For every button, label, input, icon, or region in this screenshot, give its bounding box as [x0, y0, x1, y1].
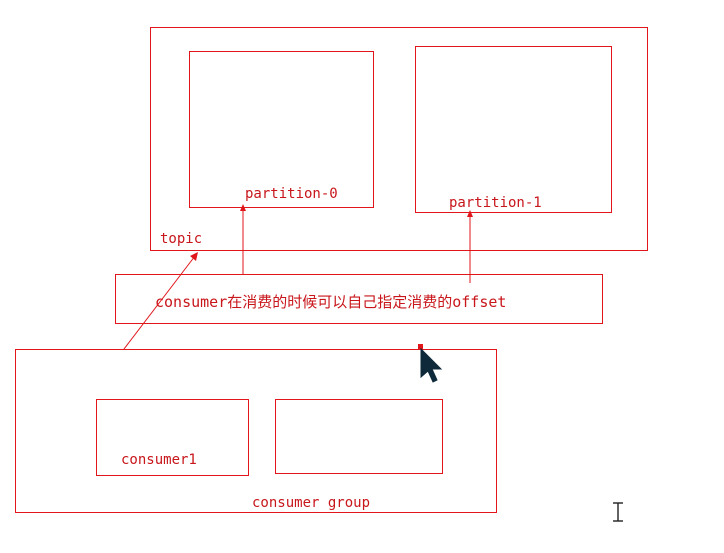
arrow-head-topic: [190, 252, 198, 261]
consumer-2-box: [275, 399, 443, 474]
partition-0-label: partition-0: [245, 186, 338, 202]
consumer-1-label: consumer1: [121, 452, 197, 468]
consumer-group-label: consumer group: [252, 495, 371, 511]
topic-label: topic: [160, 231, 203, 247]
ibeam-cursor-icon: [613, 502, 623, 522]
partition-1-box: [415, 46, 612, 213]
partition-0-box: [189, 51, 374, 208]
offset-note-label: consumer在消费的时候可以自己指定消费的offset: [155, 293, 507, 311]
partition-1-label: partition-1: [449, 195, 542, 211]
